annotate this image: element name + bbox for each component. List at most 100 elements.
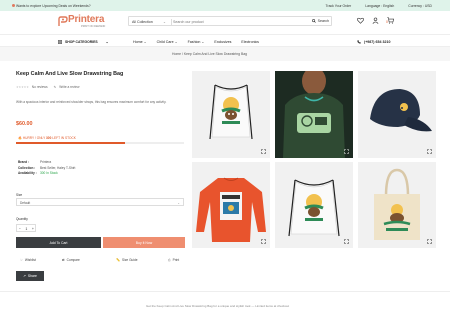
zoom-icon[interactable] (344, 149, 349, 154)
product-description: With a spacious interior and reinforced … (16, 100, 167, 104)
currency-select[interactable]: Currency : USD (408, 4, 432, 8)
meta-row-availability: Availability : 300 In Stock (18, 171, 75, 177)
cap-image (358, 71, 436, 158)
product-title: Keep Calm And Live Slow Drawstring Bag (16, 71, 124, 77)
tote-bag-image (358, 162, 436, 248)
zoom-icon[interactable] (261, 239, 266, 244)
stock-progress-bar (16, 142, 184, 144)
minus-icon[interactable]: − (19, 227, 21, 231)
breadcrumb: Home / Keep Calm And Live Slow Drawstrin… (0, 47, 450, 61)
size-label: Size (16, 193, 23, 197)
gallery-image-4[interactable] (192, 162, 270, 248)
heart-icon[interactable] (357, 17, 364, 24)
action-label: Wishlist (24, 257, 36, 262)
share-button[interactable]: ↗ Share (16, 271, 44, 281)
language-select[interactable]: Language : English (365, 4, 394, 8)
shop-categories-button[interactable]: SHOP CATEGORIES ⌄ (58, 39, 109, 44)
nav-item-exclusives[interactable]: Exclusives (214, 40, 231, 44)
promo-text: Wants to explore Upcoming Deals on Weeke… (16, 3, 91, 8)
zoom-icon[interactable] (344, 239, 349, 244)
size-guide-action[interactable]: 📏 Size Guide (116, 258, 138, 262)
cart-icon[interactable] (387, 17, 394, 24)
drawstring-bag-image (192, 71, 270, 158)
printer-icon: ⎙ (168, 257, 171, 262)
review-count: No reviews (31, 85, 48, 89)
meta-key: Availability : (18, 171, 37, 175)
compare-action[interactable]: ⇄ Compare (62, 258, 80, 262)
heart-icon: ♡ (20, 257, 23, 262)
header-icons (357, 17, 394, 24)
action-label: Print (172, 257, 180, 262)
stock-notice: 🔥 HURRY ! ONLY 300 LEFT IN STOCK (18, 136, 76, 140)
zoom-icon[interactable] (427, 239, 432, 244)
quantity-label: Quantity (16, 217, 28, 221)
star-rating-icon: ★★★★★ (16, 85, 29, 89)
fire-icon: 🔥 (18, 136, 22, 140)
orange-longsleeve-image (192, 162, 270, 248)
main-nav: SHOP CATEGORIES ⌄ Home ⌄ Child Care ⌄ Fa… (0, 34, 450, 47)
add-to-cart-button[interactable]: Add To Cart (16, 237, 101, 248)
stock-suffix: LEFT IN STOCK (52, 136, 76, 140)
grid-icon (58, 39, 62, 44)
stock-progress-fill (16, 142, 126, 144)
user-icon[interactable] (372, 17, 379, 24)
brand-tagline: PRINT ON DEMAND (81, 25, 106, 28)
search-input[interactable] (173, 18, 303, 26)
search-category-select[interactable]: All Collection (132, 20, 153, 24)
product-actions: ♡ Wishlist ⇄ Compare 📏 Size Guide ⎙ Prin… (16, 256, 186, 264)
brand-logo[interactable]: Printera PRINT ON DEMAND (58, 14, 110, 29)
gallery-image-1[interactable] (192, 71, 270, 158)
chevron-down-icon: ⌄ (105, 39, 109, 44)
search-button-label: Search (317, 19, 329, 24)
gallery-image-5[interactable] (275, 162, 353, 248)
zoom-icon[interactable] (261, 149, 266, 154)
product-meta: Brand : Printera Collection : Best Selle… (18, 160, 75, 177)
plus-icon[interactable]: + (32, 227, 34, 231)
compare-icon: ⇄ (62, 257, 65, 262)
print-action[interactable]: ⎙ Print (168, 258, 179, 262)
gallery-image-2[interactable] (275, 71, 353, 158)
search-divider (171, 18, 172, 26)
nav-menu: Home ⌄ Child Care ⌄ Fashion ⌄ Exclusives… (133, 40, 259, 44)
logo-mark-icon (58, 16, 68, 26)
action-label: Compare (66, 257, 80, 262)
quantity-stepper: − 1 + (16, 224, 36, 232)
size-select-value: Default (20, 201, 31, 206)
phone-number: (+987) 654 3210 (364, 39, 391, 44)
search-bar: All Collection ⌄ Search (128, 16, 332, 26)
footer-text: Get the Keep Calm And Live Slow Drawstri… (146, 304, 290, 308)
gallery-image-3[interactable] (358, 71, 436, 158)
quantity-value[interactable]: 1 (26, 227, 28, 231)
top-bar: Wants to explore Upcoming Deals on Weeke… (0, 0, 450, 11)
footer-divider (0, 291, 450, 292)
buy-now-button[interactable]: Buy It Now (103, 237, 185, 248)
nav-item-home[interactable]: Home ⌄ (133, 40, 147, 44)
megaphone-icon (12, 3, 15, 7)
nav-item-label: Child Care (156, 39, 174, 44)
chevron-down-icon: ⌄ (177, 201, 180, 205)
search-button[interactable]: Search (312, 19, 329, 23)
action-label: Size Guide (121, 257, 138, 262)
track-order-link[interactable]: Track Your Order (326, 4, 352, 8)
ruler-icon: 📏 (116, 257, 120, 262)
write-review-link[interactable]: Write a review (59, 85, 79, 89)
share-icon: ↗ (23, 274, 26, 278)
zoom-icon[interactable] (427, 149, 432, 154)
nav-item-label: Exclusives (214, 39, 232, 44)
gallery-image-6[interactable] (358, 162, 436, 248)
nav-item-electronics[interactable]: Electronics (241, 40, 259, 44)
green-tshirt-image (275, 71, 353, 158)
nav-item-child-care[interactable]: Child Care ⌄ (157, 40, 178, 44)
brand-name: Printera (68, 14, 105, 25)
review-summary: ★★★★★ No reviews ✎ Write a review (16, 85, 79, 89)
meta-value: 300 In Stock (40, 171, 58, 175)
nav-item-label: Fashion (187, 39, 201, 44)
cart-count-badge: 0 (386, 20, 388, 24)
phone-contact[interactable]: (+987) 654 3210 (357, 40, 390, 44)
pencil-icon: ✎ (53, 85, 57, 89)
wishlist-action[interactable]: ♡ Wishlist (20, 258, 36, 262)
phone-icon (357, 39, 361, 44)
search-icon (312, 19, 316, 24)
size-select[interactable]: Default ⌄ (16, 198, 184, 206)
nav-item-fashion[interactable]: Fashion ⌄ (188, 40, 205, 44)
